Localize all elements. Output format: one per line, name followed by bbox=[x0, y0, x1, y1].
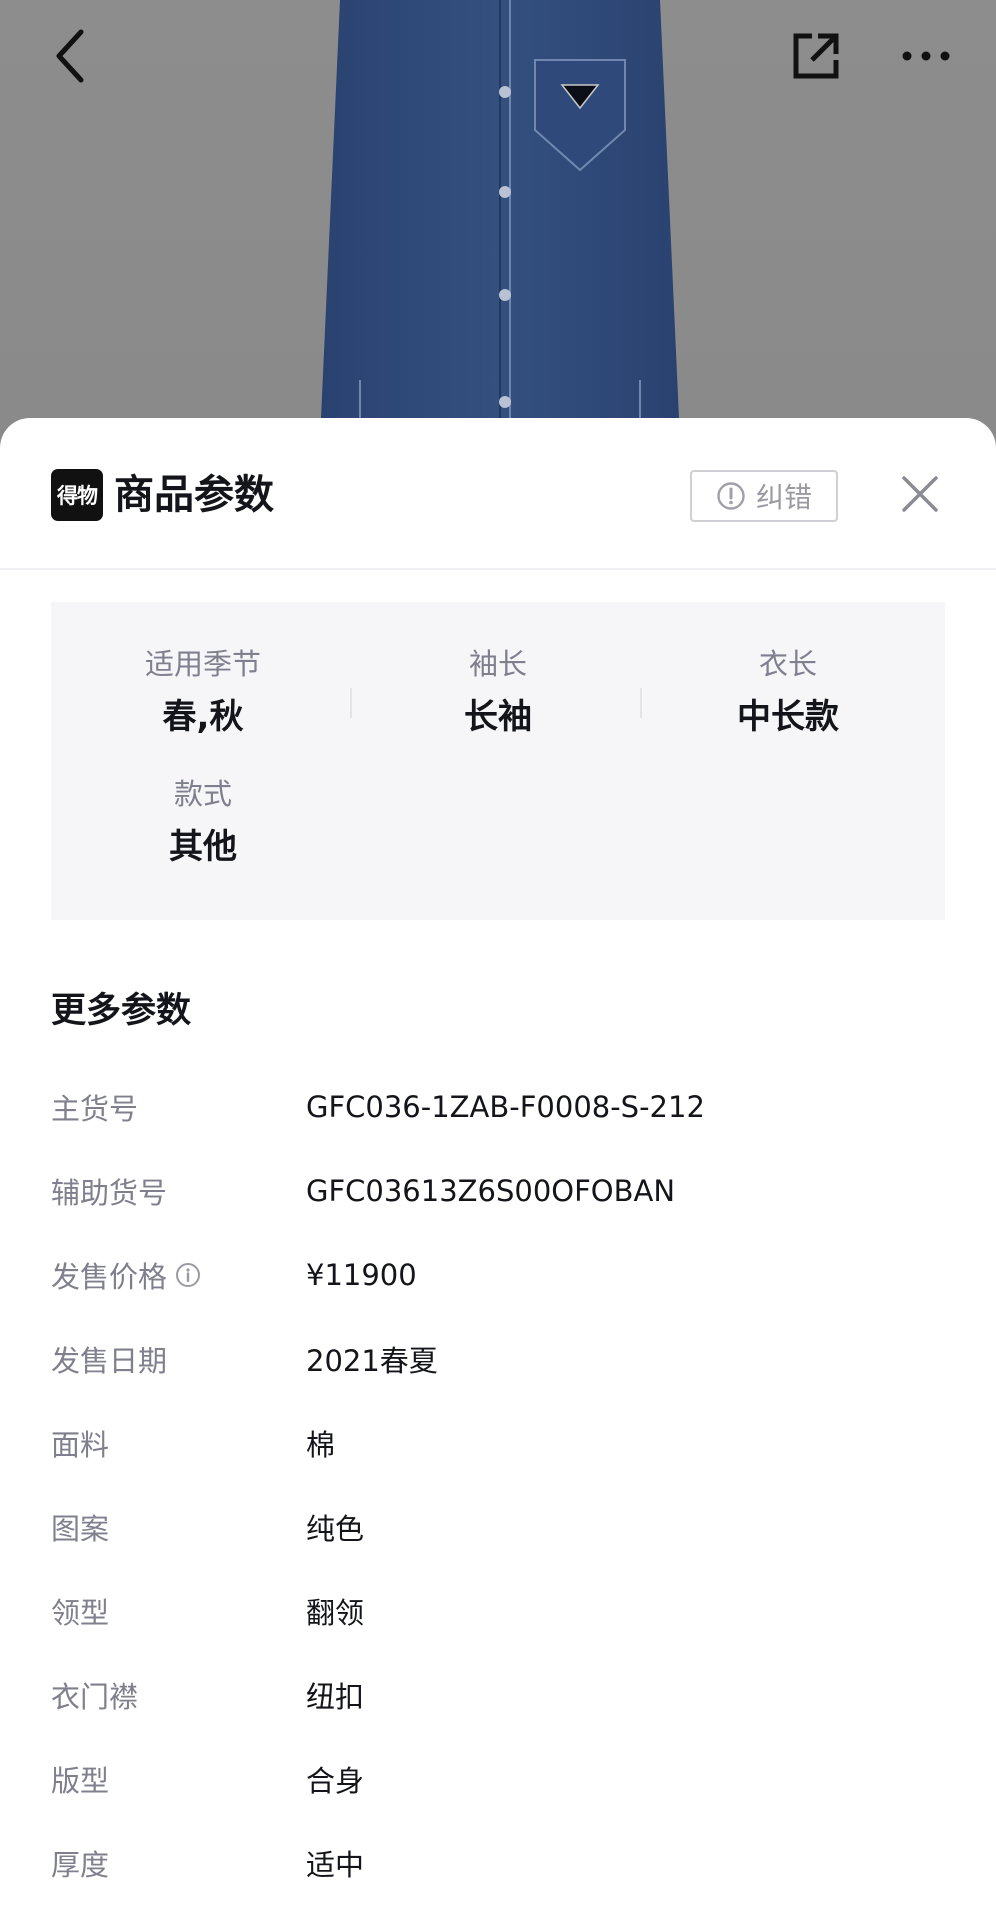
param-value: 纯色 bbox=[306, 1512, 365, 1546]
attr-divider bbox=[350, 688, 352, 718]
attr-garment-length: 衣长 中长款 bbox=[643, 644, 933, 742]
alert-circle-icon bbox=[717, 482, 745, 510]
chevron-left-icon bbox=[56, 29, 84, 83]
attr-sleeve-length: 袖长 长袖 bbox=[353, 644, 643, 742]
attr-value: 春,秋 bbox=[162, 697, 244, 737]
param-label: 主货号 bbox=[51, 1092, 139, 1126]
attr-value: 长袖 bbox=[464, 697, 532, 737]
report-error-label: 纠错 bbox=[755, 481, 812, 514]
param-row-collar: 领型 翻领 bbox=[51, 1586, 945, 1636]
param-label: 发售日期 bbox=[51, 1344, 168, 1378]
param-label: 版型 bbox=[51, 1764, 110, 1798]
param-value: 适中 bbox=[306, 1848, 365, 1882]
param-value: 合身 bbox=[306, 1764, 365, 1798]
more-horizontal-icon bbox=[902, 51, 950, 61]
param-row-fit: 版型 合身 bbox=[51, 1754, 945, 1804]
param-value: 棉 bbox=[306, 1428, 336, 1462]
param-row-release-price: 发售价格 ¥11900 bbox=[51, 1250, 945, 1300]
more-params-title: 更多参数 bbox=[51, 991, 192, 1031]
attr-value: 中长款 bbox=[737, 697, 839, 737]
attr-label: 衣长 bbox=[758, 647, 817, 681]
report-error-button[interactable]: 纠错 bbox=[690, 470, 838, 522]
param-row-main-sku: 主货号 GFC036-1ZAB-F0008-S-212 bbox=[51, 1082, 945, 1132]
back-button[interactable] bbox=[35, 20, 107, 92]
param-value: 纽扣 bbox=[306, 1680, 365, 1714]
param-label: 辅助货号 bbox=[51, 1176, 168, 1210]
param-row-release-date: 发售日期 2021春夏 bbox=[51, 1334, 945, 1384]
param-label: 图案 bbox=[51, 1512, 110, 1546]
attr-style: 款式 其他 bbox=[58, 774, 348, 872]
param-label: 厚度 bbox=[51, 1848, 110, 1882]
param-value: 翻领 bbox=[306, 1596, 365, 1630]
attr-value: 其他 bbox=[169, 827, 237, 867]
param-value: 2021春夏 bbox=[306, 1344, 438, 1378]
param-label: 发售价格 bbox=[51, 1260, 168, 1294]
param-value: ¥11900 bbox=[306, 1258, 417, 1292]
key-attributes-card: 适用季节 春,秋 袖长 长袖 衣长 中长款 款式 其他 bbox=[51, 602, 945, 920]
share-button[interactable] bbox=[780, 20, 852, 92]
attr-season: 适用季节 春,秋 bbox=[58, 644, 348, 742]
param-label: 面料 bbox=[51, 1428, 110, 1462]
app-logo: 得物 bbox=[51, 469, 103, 521]
attr-divider bbox=[640, 688, 642, 718]
attr-label: 款式 bbox=[173, 777, 232, 811]
product-image-area bbox=[0, 0, 996, 440]
param-row-placket: 衣门襟 纽扣 bbox=[51, 1670, 945, 1720]
param-row-aux-sku: 辅助货号 GFC03613Z6S00OFOBAN bbox=[51, 1166, 945, 1216]
more-button[interactable] bbox=[890, 20, 962, 92]
sheet-header: 得物 商品参数 纠错 bbox=[0, 418, 996, 570]
denim-jacket-image bbox=[320, 0, 680, 440]
close-button[interactable] bbox=[894, 468, 946, 520]
param-label-with-info: 发售价格 bbox=[51, 1254, 306, 1296]
param-label: 衣门襟 bbox=[51, 1680, 139, 1714]
param-row-thickness: 厚度 适中 bbox=[51, 1838, 945, 1888]
info-icon[interactable] bbox=[175, 1262, 201, 1288]
param-value: GFC036-1ZAB-F0008-S-212 bbox=[306, 1090, 705, 1124]
sheet-title: 商品参数 bbox=[114, 472, 274, 518]
attr-label: 袖长 bbox=[468, 647, 527, 681]
param-label: 领型 bbox=[51, 1596, 110, 1630]
param-row-pattern: 图案 纯色 bbox=[51, 1502, 945, 1552]
share-external-icon bbox=[793, 33, 839, 79]
param-value: GFC03613Z6S00OFOBAN bbox=[306, 1174, 676, 1208]
product-params-sheet: 得物 商品参数 纠错 适用季节 春,秋 袖长 长袖 衣长 中长款 款式 其他 更… bbox=[0, 418, 996, 1920]
close-icon bbox=[902, 476, 938, 512]
param-row-fabric: 面料 棉 bbox=[51, 1418, 945, 1468]
attr-label: 适用季节 bbox=[144, 647, 261, 681]
